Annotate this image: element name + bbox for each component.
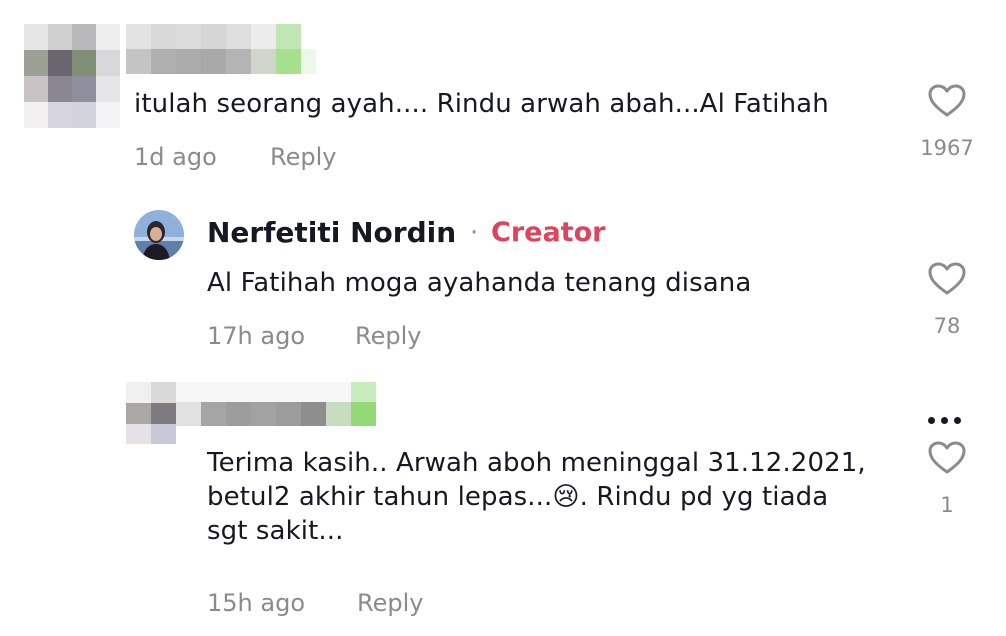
comment-line: betul2 akhir tahun lepas...😢. Rindu pd y… — [207, 480, 907, 514]
creator-badge: Creator — [491, 217, 606, 248]
comment-line: Terima kasih.. Arwah aboh meninggal 31.1… — [207, 448, 866, 478]
username-blurred[interactable] — [176, 382, 376, 426]
heart-outline-icon[interactable] — [928, 84, 966, 118]
comment-line-part: . Rindu pd yg tiada — [579, 482, 829, 512]
avatar-blurred[interactable] — [126, 382, 176, 444]
avatar-blurred[interactable] — [24, 24, 120, 128]
creator-username[interactable]: Nerfetiti Nordin — [207, 216, 456, 249]
more-horizontal-icon[interactable] — [928, 409, 967, 428]
comment-timestamp: 15h ago — [207, 589, 306, 617]
comment-text: itulah seorang ayah.... Rindu arwah abah… — [134, 89, 829, 119]
like-count: 1967 — [920, 136, 974, 160]
comment-line-part: betul2 akhir tahun lepas... — [207, 482, 553, 512]
comment-timestamp: 17h ago — [207, 322, 306, 350]
reply-button[interactable]: Reply — [357, 589, 423, 617]
comment-line: sgt sakit... — [207, 516, 344, 546]
avatar[interactable] — [134, 210, 184, 260]
like-count: 78 — [933, 314, 961, 338]
separator-dot: · — [470, 218, 479, 248]
reply-button[interactable]: Reply — [270, 143, 336, 171]
reply-button[interactable]: Reply — [355, 322, 421, 350]
heart-outline-icon[interactable] — [928, 262, 966, 296]
comment-text: Al Fatihah moga ayahanda tenang disana — [207, 268, 752, 298]
username-blurred[interactable] — [126, 24, 316, 74]
comment-timestamp: 1d ago — [134, 143, 217, 171]
heart-outline-icon[interactable] — [928, 441, 966, 475]
crying-face-emoji: 😢 — [552, 482, 580, 512]
like-count: 1 — [940, 493, 954, 517]
comment-text: Terima kasih.. Arwah aboh meninggal 31.1… — [207, 446, 907, 548]
